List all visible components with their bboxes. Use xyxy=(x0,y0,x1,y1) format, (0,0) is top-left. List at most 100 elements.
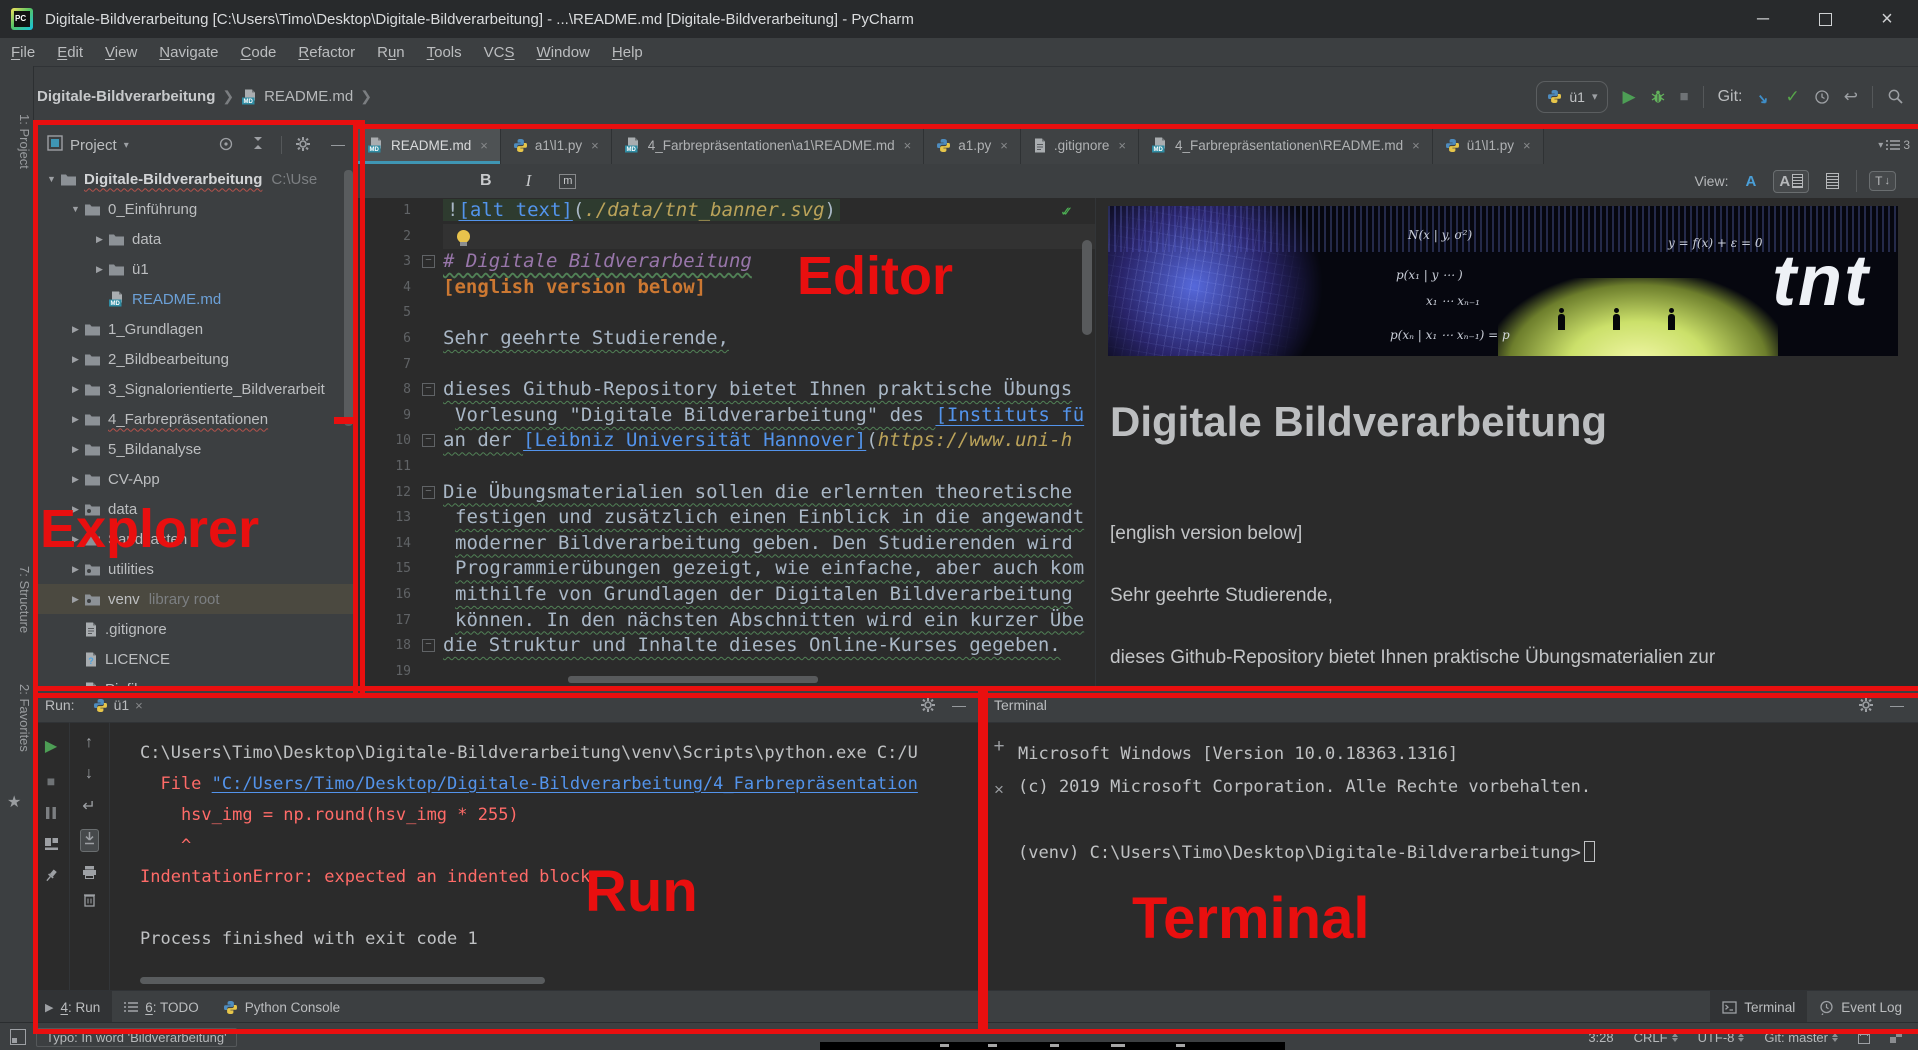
print-button[interactable] xyxy=(82,865,97,879)
tree-collapsed-icon[interactable]: ▶ xyxy=(67,474,84,485)
maximize-button[interactable] xyxy=(1794,0,1856,38)
stop-button[interactable]: ■ xyxy=(1680,88,1689,105)
pause-output-button[interactable] xyxy=(45,806,57,820)
monospace-button[interactable]: m xyxy=(559,174,576,189)
hidden-tabs-dropdown[interactable]: ▾3 xyxy=(1878,126,1918,164)
debug-button[interactable] xyxy=(1650,89,1666,105)
tree-collapsed-icon[interactable]: ▶ xyxy=(67,354,84,365)
fold-marker-icon[interactable]: – xyxy=(422,639,435,652)
tree-row[interactable]: ▶4_Farbrepräsentationen xyxy=(33,404,355,434)
rerun-button[interactable]: ▶ xyxy=(45,736,57,756)
close-button[interactable]: × xyxy=(1856,0,1918,38)
soft-wrap-button[interactable]: ↵ xyxy=(82,796,95,816)
editor-tab[interactable]: MD4_Farbrepräsentationen\README.md× xyxy=(1139,126,1433,164)
locate-file-button[interactable] xyxy=(218,136,234,152)
inspection-ok-icon[interactable]: ✓✓ xyxy=(1061,202,1091,220)
auto-scroll-preview-button[interactable]: T↓ xyxy=(1869,171,1896,191)
tree-row[interactable]: ?LICENCE xyxy=(33,644,355,674)
tree-row[interactable]: .gitignore xyxy=(33,614,355,644)
tab-close-icon[interactable]: × xyxy=(904,138,912,153)
hide-panel-button[interactable]: — xyxy=(331,136,345,152)
fold-marker-icon[interactable]: – xyxy=(422,486,435,499)
fold-marker-icon[interactable]: – xyxy=(422,434,435,447)
toolwindow-button-4-run[interactable]: ▶4: Run xyxy=(33,991,112,1023)
vcs-update-button[interactable] xyxy=(1757,89,1772,104)
toolwindow-button-6-todo[interactable]: 6: TODO xyxy=(112,991,211,1023)
tab-close-icon[interactable]: × xyxy=(591,138,599,153)
pin-tab-button[interactable] xyxy=(44,868,59,883)
tree-row[interactable]: ▼0_Einführung xyxy=(33,194,355,224)
fold-marker-icon[interactable]: – xyxy=(422,255,435,268)
tree-collapsed-icon[interactable]: ▶ xyxy=(67,384,84,395)
new-session-button[interactable]: + xyxy=(993,736,1004,758)
terminal-output[interactable]: Microsoft Windows [Version 10.0.18363.13… xyxy=(1018,722,1918,990)
down-stack-trace-button[interactable]: ↓ xyxy=(85,765,93,783)
favorites-star-icon[interactable]: ★ xyxy=(7,792,21,812)
hide-panel-button[interactable]: — xyxy=(952,697,966,713)
toolwindow-button-event-log[interactable]: Event Log xyxy=(1807,991,1914,1023)
editor-code-area[interactable]: ![alt text](./data/tnt_banner.svg)# Digi… xyxy=(443,198,1095,688)
caret-position-widget[interactable]: 3:28 xyxy=(1588,1030,1613,1045)
settings-gear-button[interactable] xyxy=(1858,697,1874,713)
menu-item-tools[interactable]: Tools xyxy=(416,38,473,66)
menu-item-code[interactable]: Code xyxy=(230,38,288,66)
encoding-widget[interactable]: UTF-8 xyxy=(1698,1030,1745,1045)
breadcrumb-item[interactable]: MDREADME.md xyxy=(241,88,353,105)
scroll-to-end-button[interactable] xyxy=(80,829,99,852)
tree-collapsed-icon[interactable]: ▶ xyxy=(67,324,84,335)
collapse-all-button[interactable] xyxy=(251,136,265,150)
tab-close-icon[interactable]: × xyxy=(1412,138,1420,153)
code-segment[interactable]: [Leibniz Universität Hannover] xyxy=(523,429,866,451)
tree-row[interactable]: MDREADME.md xyxy=(33,284,355,314)
tree-collapsed-icon[interactable]: ▶ xyxy=(67,444,84,455)
view-editor-only-button[interactable]: A xyxy=(1740,171,1761,192)
menu-item-window[interactable]: Window xyxy=(526,38,601,66)
tab-close-icon[interactable]: × xyxy=(1118,138,1126,153)
tool-window-switcher-icon[interactable] xyxy=(10,1029,26,1045)
menu-item-view[interactable]: View xyxy=(94,38,148,66)
vcs-rollback-button[interactable]: ↩ xyxy=(1844,87,1858,107)
editor-tab[interactable]: ü1\l1.py× xyxy=(1433,126,1544,164)
run-configuration-select[interactable]: ü1▾ xyxy=(1536,81,1608,113)
git-branch-widget[interactable]: Git: master xyxy=(1764,1030,1838,1045)
tree-row[interactable]: ▶2_Bildbearbeitung xyxy=(33,344,355,374)
editor-tab[interactable]: .gitignore× xyxy=(1021,126,1139,164)
tree-row[interactable]: ▶data xyxy=(33,224,355,254)
reader-mode-icon[interactable] xyxy=(1890,1031,1902,1043)
tree-row[interactable]: ▶3_Signalorientierte_Bildverarbeit xyxy=(33,374,355,404)
toolwindow-button-terminal[interactable]: Terminal xyxy=(1710,991,1807,1023)
tab-close-icon[interactable]: × xyxy=(1523,138,1531,153)
toolwindow-button-python-console[interactable]: Python Console xyxy=(211,991,352,1023)
italic-button[interactable]: I xyxy=(526,171,532,191)
run-button[interactable]: ▶ xyxy=(1622,87,1635,107)
tree-collapsed-icon[interactable]: ▶ xyxy=(67,594,84,605)
project-scrollbar[interactable] xyxy=(344,170,353,426)
editor-tab[interactable]: MDREADME.md× xyxy=(355,126,501,164)
tree-row[interactable]: Pipfile xyxy=(33,674,355,688)
tree-collapsed-icon[interactable]: ▶ xyxy=(67,564,84,575)
editor-source-pane[interactable]: 123–45678–910–1112–131415161718–19![alt … xyxy=(355,198,1095,688)
tree-row[interactable]: ▶data xyxy=(33,494,355,524)
tree-row[interactable]: ▶5_Bildanalyse xyxy=(33,434,355,464)
tree-row[interactable]: ▶ü1 xyxy=(33,254,355,284)
menu-item-file[interactable]: File xyxy=(0,38,46,66)
settings-gear-button[interactable] xyxy=(920,697,936,713)
tree-row[interactable]: ▶CV-App xyxy=(33,464,355,494)
line-separator-widget[interactable]: CRLF xyxy=(1634,1030,1678,1045)
tab-close-icon[interactable]: × xyxy=(480,138,488,153)
tree-row[interactable]: ▶utilities xyxy=(33,554,355,584)
hide-panel-button[interactable]: — xyxy=(1890,697,1904,713)
editor-vertical-scrollbar[interactable] xyxy=(1082,240,1092,335)
menu-item-navigate[interactable]: Navigate xyxy=(148,38,229,66)
vcs-history-button[interactable] xyxy=(1814,89,1830,105)
editor-tab[interactable]: a1.py× xyxy=(924,126,1021,164)
restore-layout-button[interactable] xyxy=(44,837,59,851)
code-segment[interactable]: [Instituts fü xyxy=(935,404,1084,426)
tree-expanded-icon[interactable]: ▼ xyxy=(43,174,60,184)
run-config-tab[interactable]: ü1× xyxy=(87,693,149,717)
project-panel-title[interactable]: Project▾ xyxy=(47,135,129,155)
console-file-link[interactable]: "C:/Users/Timo/Desktop/Digitale-Bildvera… xyxy=(212,774,918,794)
editor-horizontal-scrollbar[interactable] xyxy=(568,676,818,683)
tree-row[interactable]: ▶Sandkasten xyxy=(33,524,355,554)
code-segment[interactable]: [alt text] xyxy=(458,199,572,221)
